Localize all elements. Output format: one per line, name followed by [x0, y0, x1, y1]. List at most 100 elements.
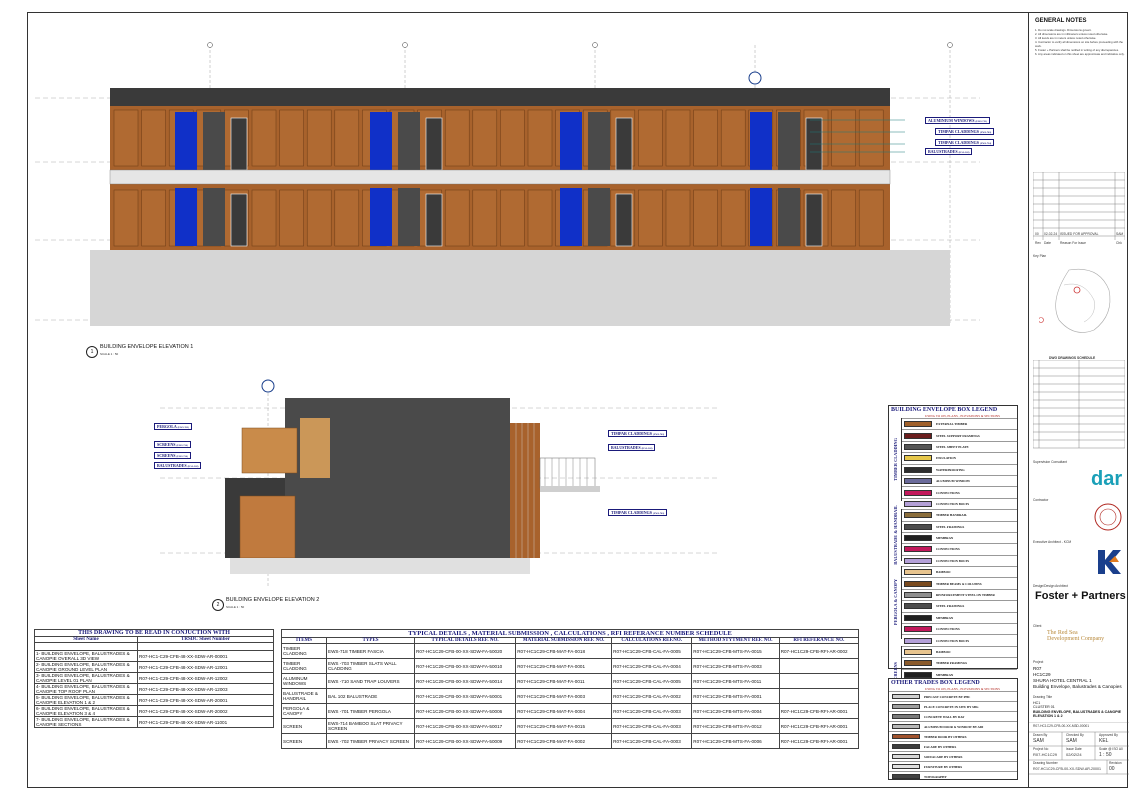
schedule-cell: R07-HC1C29-CFB-MTS-FA-0004	[691, 703, 780, 719]
schedule-cell: BALUSTRADE & HANDRAIL	[281, 688, 327, 704]
legend-item-label: CONNECTION BOLTS	[936, 638, 970, 643]
rev-header-reason: Reason For Issue	[1060, 241, 1087, 245]
schedule-cell: R07-HC1C29-CFB-RFI-AR-0001	[778, 733, 860, 749]
schedule-cell: EWS -703 TIMBER SLATS WALL CLADDING	[326, 658, 415, 674]
legend-item-label: MEMBRAN	[936, 672, 954, 677]
other-legend-swatch	[892, 704, 920, 709]
schedule-cell: R07-HC1C29-CFB-RFI-AR-0002	[778, 643, 860, 659]
legend-title: BUILDING ENVELOPE BOX LEGEND	[891, 407, 998, 413]
aluminium-window	[370, 112, 392, 170]
legend-item: STEEL SUPPORT FRAMINGS	[901, 429, 1017, 440]
timber-panel	[472, 109, 498, 167]
schedule-cell: R07-HC1C29-CFB-MTS-FA-0015	[691, 643, 780, 659]
legend-swatch	[904, 603, 932, 610]
legend-item: MEMBRAN	[901, 531, 1017, 543]
timber-panel	[665, 189, 691, 247]
foster-partners-logo: Foster + Partners	[1035, 590, 1126, 602]
schedule-cell: ALUMINUM WINDOWS	[281, 673, 327, 689]
project-label: Project	[1033, 660, 1044, 664]
schedule-cell: R07-HC1C29-CFB-00-XX-SDW-FA-50020	[413, 643, 517, 659]
approved-by: KEL	[1099, 738, 1109, 744]
key-plan-label: Key Plan	[1033, 254, 1047, 258]
other-legend-swatch	[892, 744, 920, 749]
schedule-row: SCREEN EWS-714 BAMBOO SLAT PRIVACY SCREEN…	[281, 718, 860, 734]
legend-item: CONNECTION BOLTS	[901, 554, 1017, 566]
schedule-row: TIMBER CLADDING EWS-718 TIMBER FASCIA R07-…	[281, 643, 860, 659]
timber-panel	[472, 189, 498, 247]
conj-sheet-name: 3- BUILDING ENVELOPE, BALUSTRADES & CANO…	[34, 672, 138, 684]
legend-item: CONNECTION BOLTS	[901, 634, 1017, 645]
elevation-2-drawing	[160, 379, 720, 588]
rev-header-rev: Rev	[1035, 241, 1041, 245]
drawn-by: SAM	[1033, 738, 1044, 744]
legend-swatch	[904, 432, 932, 439]
timber-panel	[279, 189, 304, 247]
conj-sheet-name: 4- BUILDING ENVELOPE, BALUSTRADES & CANO…	[34, 683, 138, 695]
conj-row: 4- BUILDING ENVELOPE, BALUSTRADES & CANO…	[34, 683, 274, 695]
timber-panel	[334, 109, 360, 167]
schedule-cell: R07-HC1C29-CFB-00-XX-SDW-FA-50009	[413, 733, 517, 749]
design-architect-label: Design/Design Architect	[1033, 584, 1069, 588]
other-legend-item: PLACE CONCRETE IN SITU BY SBG	[889, 701, 1017, 711]
schedule-cell	[778, 673, 860, 689]
other-legend-swatch	[892, 754, 920, 759]
legend-item-label: CONNECTION BOLTS	[936, 501, 970, 506]
door-opening	[425, 193, 443, 247]
other-legend-label: CONCRETE WALL BY DAF	[924, 714, 965, 719]
dark-screen	[398, 188, 420, 246]
timber-panel	[141, 189, 166, 247]
callout-e1-3: TIMPAR CLADDINGS (EWS-714)	[935, 139, 995, 146]
door-opening	[615, 117, 633, 171]
checked-by: SAM	[1066, 738, 1077, 744]
legend-item: CONNECTIONS	[901, 543, 1017, 554]
schedule-cell	[778, 658, 860, 674]
title-block: GENERAL NOTES 1. Do not scale drawings. …	[1028, 12, 1129, 788]
model-file: R07-HC1C29-CFB-00-XX-M3D-00001	[1033, 724, 1090, 728]
other-legend-item: TOPOGRAPHY	[889, 771, 1017, 781]
legend-swatch	[904, 580, 932, 587]
schedule-cell: R07-HC1C29-CFB-MTS-FA-0003	[691, 658, 780, 674]
general-note: 4. Contractor to verify all dimensions o…	[1035, 40, 1123, 48]
revision-grid	[1033, 172, 1125, 240]
timber-panel	[444, 109, 470, 167]
timber-panel	[693, 189, 718, 247]
legend-swatch	[904, 546, 932, 553]
conj-row: 2- BUILDING ENVELOPE, BALUSTRADES & CANO…	[34, 661, 274, 673]
timber-panel	[334, 189, 360, 247]
schedule-cell: R07-HC1C29-CFB-MTS-FA-0011	[691, 673, 780, 689]
client-label: Client	[1033, 624, 1042, 628]
timber-panel	[113, 189, 139, 247]
other-legend-item: ALUMINUM DOOR & WINDOW BY ADI	[889, 721, 1017, 731]
conj-sheet-number: R07-HC1-C29-CFB-48-XX-SDW-AR-12001	[137, 661, 274, 673]
timber-panel	[306, 189, 332, 247]
other-legend-label: TOPOGRAPHY	[924, 774, 947, 779]
timber-panel	[720, 109, 746, 167]
schedule-cell: R07-HC1C29-CFB-MTS-FA-0001	[691, 688, 780, 704]
schedule-title: TYPICAL DETAILS , MATERIAL SUBMISSION , …	[281, 629, 859, 638]
schedule-cell: EWS -710 SAND TRAP LOUVERS	[326, 673, 415, 689]
legend-swatch	[904, 512, 932, 519]
dark-screen	[778, 188, 800, 246]
schedule-cell: TIMBER CLADDING	[281, 658, 327, 674]
schedule-cell: R07-HC1C29-CFB-CAL-FA-0003	[611, 703, 693, 719]
schedule-row: BALUSTRADE & HANDRAIL BAL 102 BALUSTRADE R…	[281, 688, 860, 704]
dar-logo: dar	[1091, 468, 1123, 490]
legend-item-label: ALUMINUM WINDOW	[936, 479, 971, 484]
legend-group-label: PERGOLA & CANOPY	[889, 566, 902, 639]
callout-e2-2: SCREENS (EWS-714)	[154, 441, 191, 448]
scale: 1 : 50	[1099, 752, 1112, 758]
conj-row: 5- BUILDING ENVELOPE, BALUSTRADES & CANO…	[34, 694, 274, 706]
rev-row-by: SAM	[1116, 232, 1124, 236]
schedule-cell: R07-HC1C29-CFB-CAL-FA-0004	[611, 658, 693, 674]
other-legend-label: FACADE BY OTHERS	[924, 744, 957, 749]
conj-sheet-name: 2- BUILDING ENVELOPE, BALUSTRADES & CANO…	[34, 661, 138, 673]
conj-row: 3- BUILDING ENVELOPE, BALUSTRADES & CANO…	[34, 672, 274, 684]
elevation-1-scale: SCALE 1 : 50	[100, 352, 119, 356]
timber-panel	[306, 109, 332, 167]
callout-e2-1: PERGOLA (EWS-701)	[154, 423, 192, 430]
legend-item-label: STEEL FRAMINGS	[936, 604, 965, 609]
elevation-2-scale: SCALE 1 : 50	[226, 605, 245, 609]
conj-sheet-name: 7- BUILDING ENVELOPE, BALUSTRADES & CANO…	[34, 716, 138, 728]
callout-e2-5: TIMPAR CLADDINGS (EWS-703)	[608, 430, 668, 437]
conjunction-table: THIS DRAWING TO BE READ IN CONJUCTION WI…	[34, 629, 274, 728]
